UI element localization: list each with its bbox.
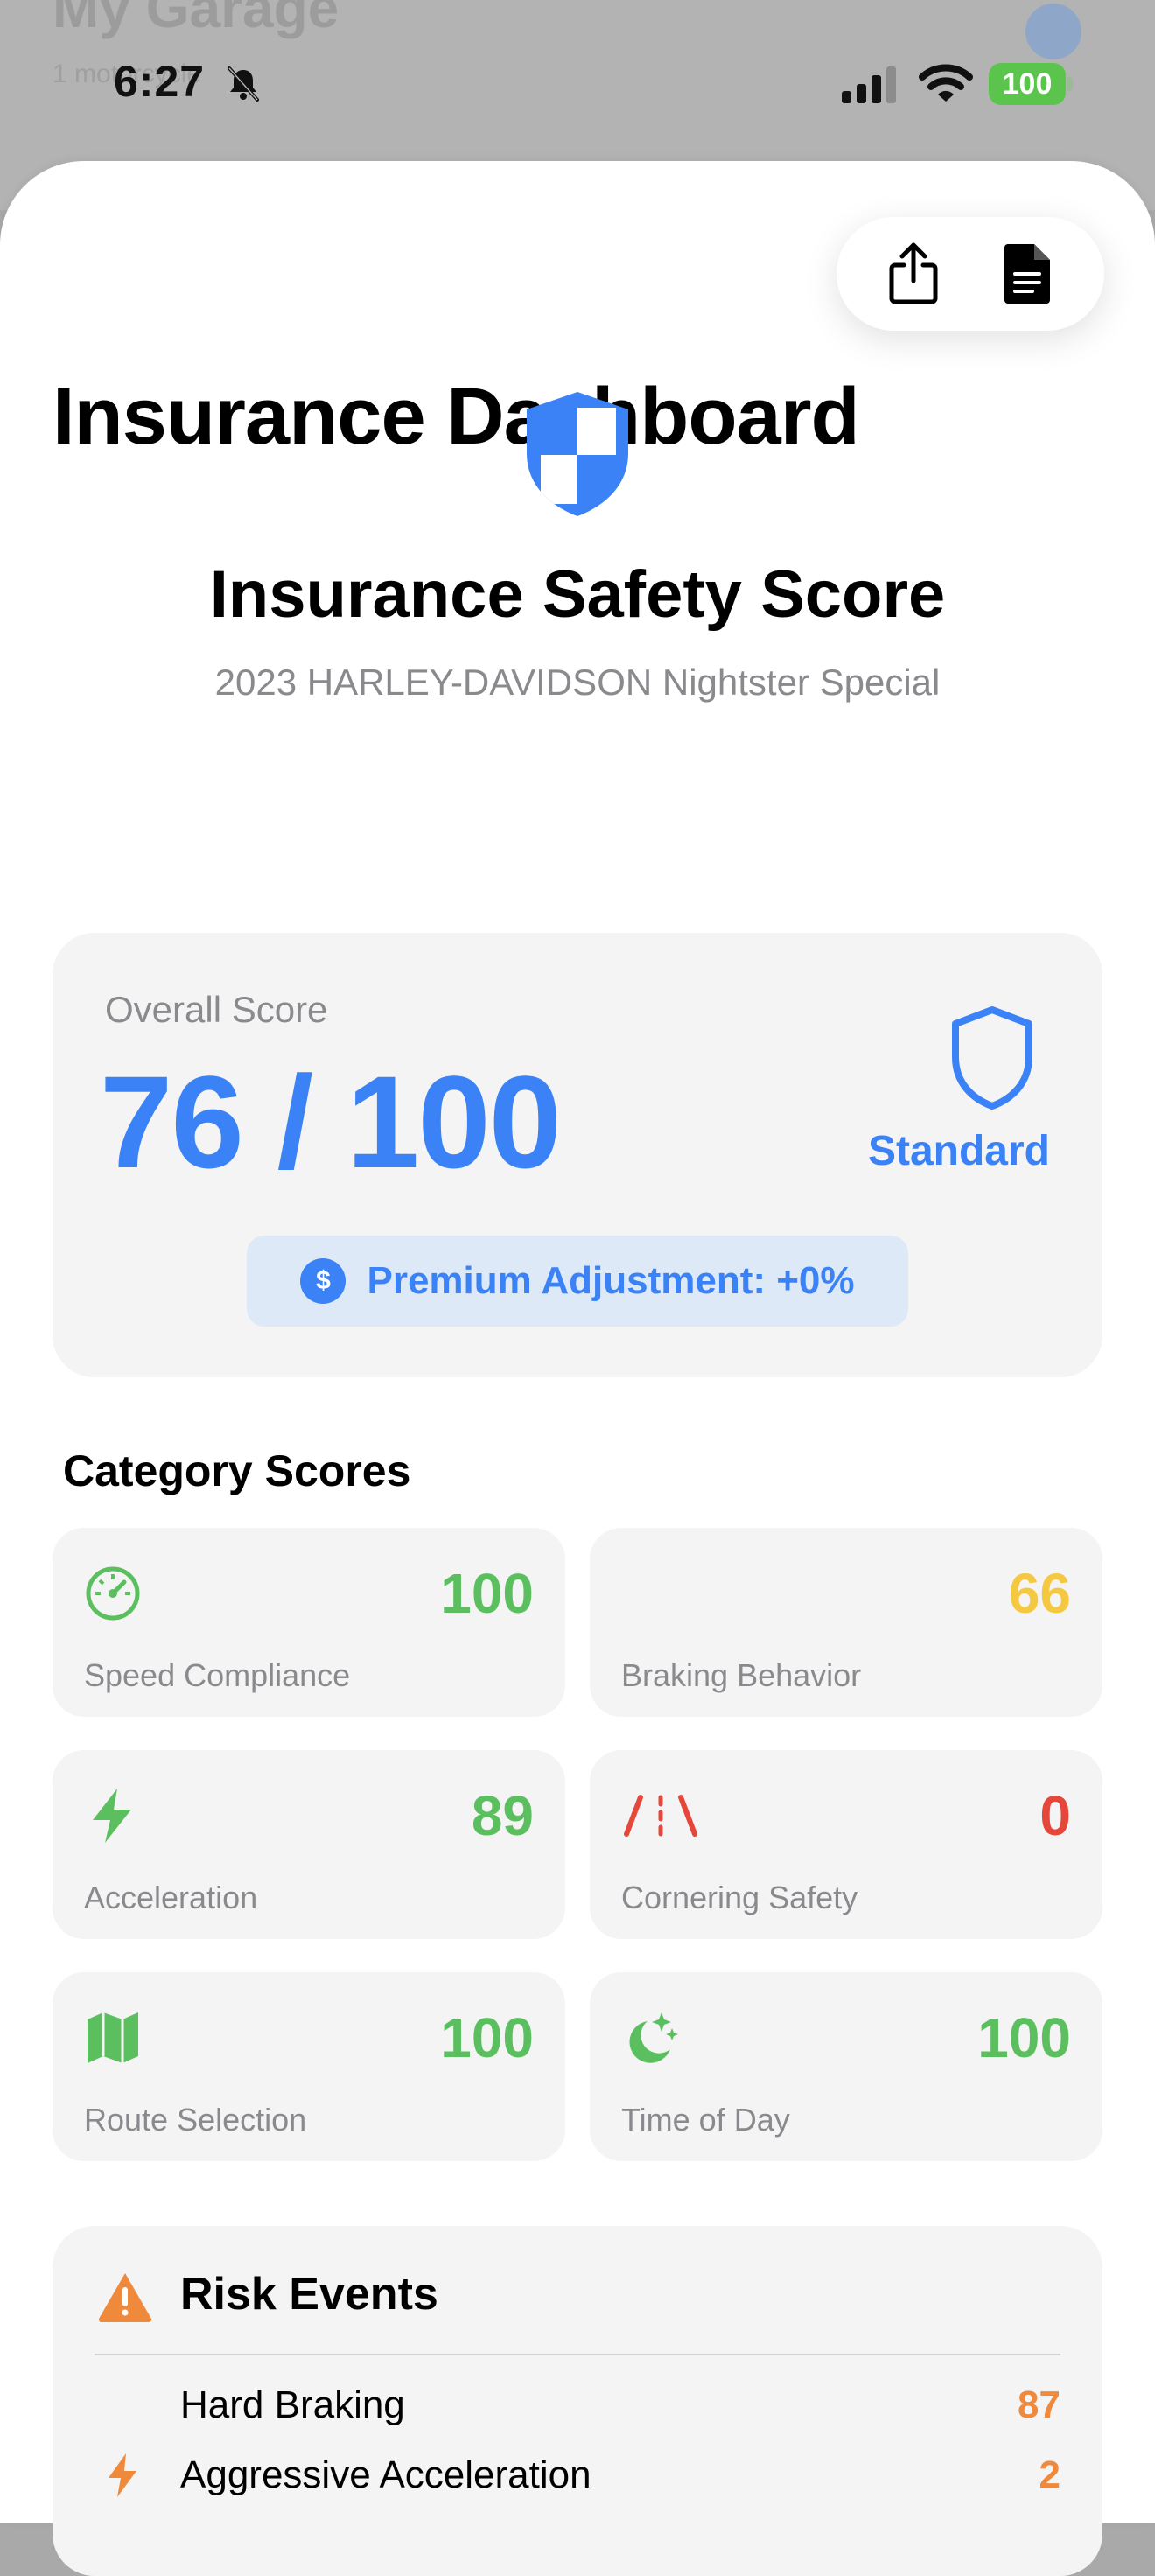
risk-event-row-aggressive-acceleration: Aggressive Acceleration 2	[52, 2448, 1102, 2501]
category-score: 89	[471, 1784, 534, 1847]
risk-events-title: Risk Events	[180, 2269, 438, 2320]
battery-level: 100	[989, 63, 1066, 105]
road-icon	[624, 1795, 697, 1837]
category-score: 66	[1008, 1562, 1071, 1625]
wifi-icon	[919, 64, 973, 102]
category-card-braking-behavior[interactable]: 66 Braking Behavior	[590, 1528, 1102, 1717]
category-scores-title: Category Scores	[63, 1446, 411, 1495]
category-label: Cornering Safety	[621, 1880, 858, 1915]
risk-event-count: 87	[1018, 2384, 1060, 2426]
category-card-speed-compliance[interactable]: 100 Speed Compliance	[52, 1528, 565, 1717]
category-score: 100	[440, 1562, 534, 1625]
overall-score-card: Overall Score 76 / 100 Standard $ Premiu…	[52, 933, 1102, 1377]
page-title: Insurance Dashboard	[52, 372, 860, 461]
category-score: 0	[1040, 1784, 1071, 1847]
report-button[interactable]	[989, 234, 1068, 313]
risk-event-label: Hard Braking	[180, 2384, 405, 2426]
cellular-signal-icon	[842, 66, 896, 103]
document-icon	[1004, 244, 1050, 304]
share-button[interactable]	[874, 234, 953, 313]
speedometer-icon	[86, 1566, 140, 1620]
category-score: 100	[977, 2006, 1071, 2069]
category-card-cornering-safety[interactable]: 0 Cornering Safety	[590, 1750, 1102, 1939]
shield-outline-icon	[952, 1006, 1032, 1110]
risk-event-row-hard-braking: Hard Braking 87	[52, 2378, 1102, 2431]
category-card-route-selection[interactable]: 100 Route Selection	[52, 1972, 565, 2161]
shield-checkered-icon	[527, 392, 628, 516]
tier-label: Standard	[867, 1128, 1050, 1174]
map-icon	[88, 2012, 138, 2063]
divider	[94, 2354, 1060, 2356]
category-label: Speed Compliance	[84, 1657, 351, 1693]
sheet-toolbar	[836, 217, 1104, 331]
battery-tip	[1068, 77, 1073, 91]
risk-event-label: Aggressive Acceleration	[180, 2454, 592, 2496]
bolt-icon	[108, 2454, 136, 2497]
moon-stars-icon	[629, 2012, 678, 2063]
vehicle-name: 2023 HARLEY-DAVIDSON Nightster Special	[214, 662, 941, 703]
category-label: Braking Behavior	[621, 1657, 862, 1693]
premium-adjustment-badge: $ Premium Adjustment: +0%	[247, 1236, 908, 1326]
category-label: Time of Day	[621, 2102, 790, 2138]
category-card-acceleration[interactable]: 89 Acceleration	[52, 1750, 565, 1939]
category-score: 100	[440, 2006, 534, 2069]
status-time: 6:27	[114, 57, 206, 106]
warning-triangle-icon	[98, 2273, 152, 2323]
category-label: Acceleration	[84, 1880, 258, 1915]
risk-events-card: Risk Events Hard Braking 87 Aggressive A…	[52, 2226, 1102, 2576]
battery-indicator: 100	[989, 63, 1073, 105]
overall-score-value: 76 / 100	[100, 1048, 562, 1195]
risk-event-count: 2	[1039, 2454, 1060, 2496]
silent-bell-icon	[228, 66, 259, 102]
bolt-icon	[93, 1788, 131, 1843]
dollar-icon: $	[300, 1258, 346, 1304]
category-label: Route Selection	[84, 2102, 307, 2138]
status-bar: 6:27 100	[0, 0, 1155, 166]
share-icon	[889, 242, 937, 304]
category-card-time-of-day[interactable]: 100 Time of Day	[590, 1972, 1102, 2161]
overall-score-label: Overall Score	[105, 989, 328, 1030]
premium-adjustment-text: Premium Adjustment: +0%	[367, 1259, 855, 1302]
hero-title: Insurance Safety Score	[209, 557, 946, 632]
